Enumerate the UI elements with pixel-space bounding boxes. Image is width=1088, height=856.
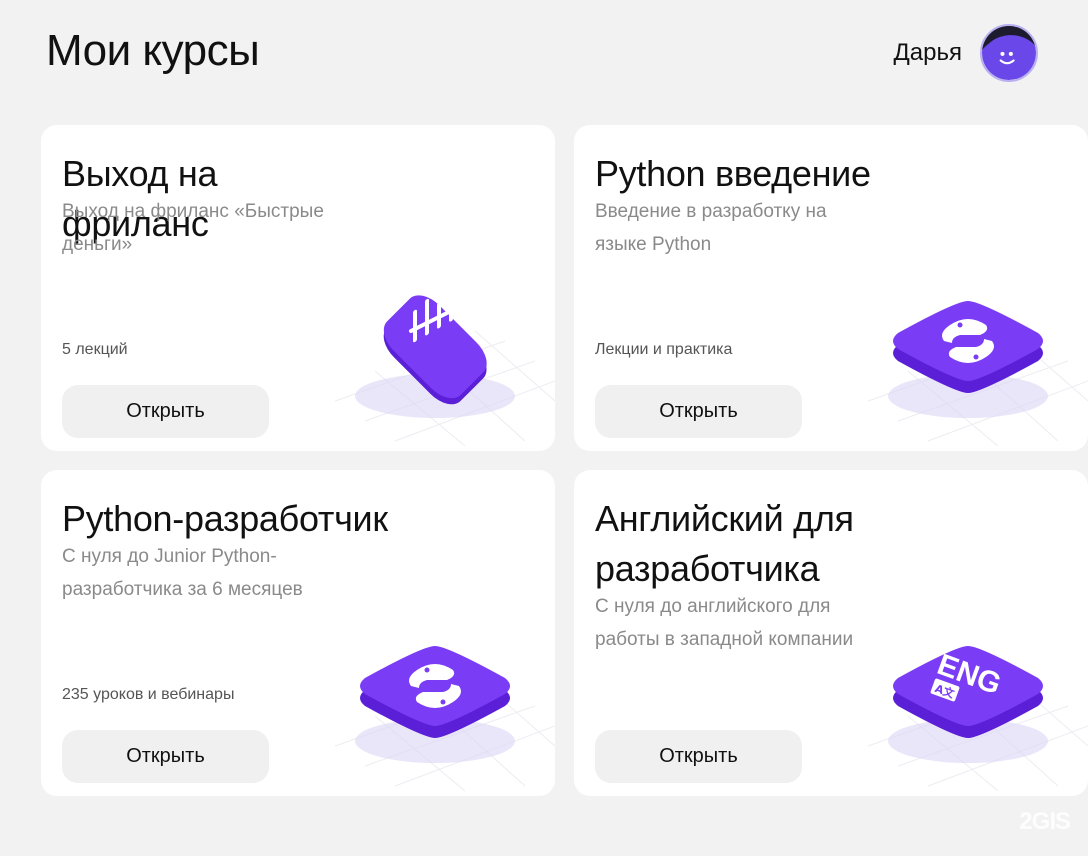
python-icon [868, 301, 1088, 447]
open-course-button[interactable]: Открыть [595, 730, 802, 783]
user-name: Дарья [893, 39, 962, 66]
open-course-button[interactable]: Открыть [595, 385, 802, 438]
course-title: Python-разработчик [62, 498, 388, 539]
course-card-english: Английский для разработчика С нуля до ан… [574, 470, 1088, 796]
open-course-button[interactable]: Открыть [62, 385, 269, 438]
open-course-button[interactable]: Открыть [62, 730, 269, 783]
bars-icon [335, 295, 555, 447]
course-meta: Лекции и практика [595, 341, 733, 358]
course-card-python-intro: Python введение Введение в разработку на… [574, 125, 1088, 451]
course-description: Введение в разработку на языке Python [595, 201, 827, 255]
avatar[interactable] [980, 24, 1038, 82]
course-card-freelance: Выход на фриланс Выход на фриланс «Быстр… [41, 125, 555, 451]
eng-icon: ENG A文 [868, 646, 1088, 792]
page-title: Мои курсы [46, 26, 260, 75]
watermark: 2GIS [1019, 808, 1071, 835]
course-title: Python введение [595, 153, 871, 194]
user-profile[interactable]: Дарья [894, 24, 1038, 82]
course-card-python-developer: Python-разработчик С нуля до Junior Pyth… [41, 470, 555, 796]
course-description: С нуля до английского для работы в запад… [595, 596, 854, 650]
course-description: Выход на фриланс «Быстрые деньги» [62, 201, 324, 255]
course-meta: 5 лекций [62, 341, 128, 358]
course-title: Английский для разработчика [595, 498, 854, 589]
python-icon [335, 646, 555, 792]
course-description: С нуля до Junior Python-разработчика за … [62, 546, 303, 600]
course-meta: 235 уроков и вебинары [62, 686, 235, 703]
